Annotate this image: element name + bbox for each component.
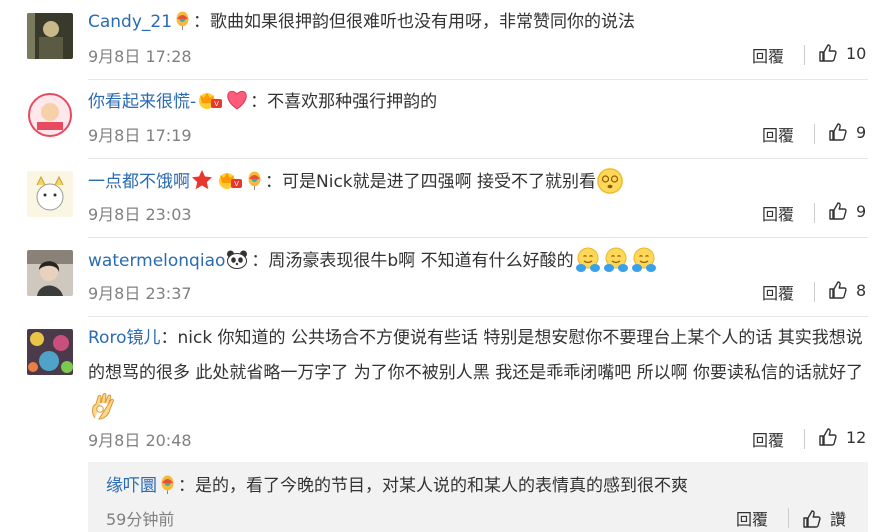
hugging-emoji-icon xyxy=(631,247,657,273)
like-button[interactable]: 9 xyxy=(828,201,866,221)
like-button[interactable]: 10 xyxy=(818,43,866,63)
comment-divider xyxy=(88,79,868,80)
reply-button[interactable]: 回覆 xyxy=(752,427,784,451)
balloon-badge-icon[interactable] xyxy=(158,475,177,494)
divider xyxy=(804,429,805,449)
sub-reply-timestamp: 59分钟前 xyxy=(106,510,175,529)
username-link[interactable]: 缘吓圜 xyxy=(106,476,157,496)
hugging-emoji-icon xyxy=(575,247,601,273)
comment-line: watermelonqiao ：周汤豪表现很牛b啊 不知道有什么好酸的 xyxy=(88,247,658,273)
username-link[interactable]: Roro镜儿 xyxy=(88,328,160,348)
svg-text:V: V xyxy=(214,100,219,108)
hugging-emoji-icon xyxy=(603,247,629,273)
comment-divider xyxy=(88,316,868,317)
like-button[interactable]: 讚 xyxy=(802,506,846,530)
reply-button[interactable]: 回覆 xyxy=(762,201,794,225)
like-count: 10 xyxy=(846,44,867,63)
comment-text: ：不喜欢那种强行押韵的 xyxy=(250,92,438,112)
thumbs-up-icon xyxy=(829,281,847,299)
username-link[interactable]: Candy_21 xyxy=(88,12,172,32)
divider xyxy=(814,203,815,223)
comment-timestamp: 9月8日 23:37 xyxy=(88,284,192,303)
like-button[interactable]: 8 xyxy=(828,280,866,300)
reply-button[interactable]: 回覆 xyxy=(762,122,794,146)
like-count: 12 xyxy=(846,428,867,447)
sub-reply-container: 缘吓圜 ：是的，看了今晚的节目，对某人说的和某人的表情真的感到很不爽 59分钟前 … xyxy=(88,462,868,532)
username-link[interactable]: 一点都不饿啊 xyxy=(88,172,190,192)
like-count: 8 xyxy=(856,281,867,300)
like-count: 9 xyxy=(856,202,867,221)
thumbs-up-icon xyxy=(819,44,837,62)
comment-line: 一点都不饿啊 V ：可是Nick就是进了四强啊 接受不了就别看 xyxy=(88,168,624,194)
panda-badge-icon[interactable] xyxy=(226,250,250,269)
reply-button[interactable]: 回覆 xyxy=(736,506,768,530)
vip-badge-icon[interactable]: V xyxy=(217,171,243,190)
comment-text: ：可是Nick就是进了四强啊 接受不了就别看 xyxy=(265,172,597,192)
avatar[interactable] xyxy=(27,250,73,296)
balloon-badge-icon[interactable] xyxy=(245,171,264,190)
divider xyxy=(788,508,789,528)
comment-timestamp: 9月8日 17:19 xyxy=(88,126,192,145)
thumbs-up-icon xyxy=(819,428,837,446)
comment-line: Roro镜儿：nick 你知道的 公共场合不方便说有些话 特别是想安慰你不要理台… xyxy=(88,321,868,426)
comment-timestamp: 9月8日 20:48 xyxy=(88,431,192,450)
sub-reply-line: 缘吓圜 ：是的，看了今晚的节目，对某人说的和某人的表情真的感到很不爽 xyxy=(106,474,688,498)
comment-line: 你看起来很慌- V ：不喜欢那种强行押韵的 xyxy=(88,89,437,114)
ok-hand-emoji-icon xyxy=(89,392,117,420)
vip-badge-icon[interactable]: V xyxy=(197,91,223,110)
heart-badge-icon[interactable] xyxy=(225,89,249,110)
divider xyxy=(814,124,815,144)
thumbs-up-icon xyxy=(829,123,847,141)
comment-text: ：歌曲如果很押韵但很难听也没有用呀，非常赞同你的说法 xyxy=(193,12,636,32)
username-link[interactable]: watermelonqiao xyxy=(88,251,225,271)
like-label: 讚 xyxy=(830,510,847,529)
sub-reply-text: ：是的，看了今晚的节目，对某人说的和某人的表情真的感到很不爽 xyxy=(178,476,688,496)
thumbs-up-icon xyxy=(803,510,821,528)
divider xyxy=(814,282,815,302)
comment-timestamp: 9月8日 23:03 xyxy=(88,205,192,224)
like-count: 9 xyxy=(856,123,867,142)
dizzy-face-emoji-icon xyxy=(597,168,624,194)
comment-divider xyxy=(88,158,868,159)
reply-button[interactable]: 回覆 xyxy=(752,43,784,67)
avatar[interactable] xyxy=(27,171,73,217)
comment-text: ：周汤豪表现很牛b啊 不知道有什么好酸的 xyxy=(251,251,574,271)
star-badge-icon[interactable] xyxy=(191,169,215,190)
like-button[interactable]: 12 xyxy=(818,427,866,447)
thumbs-up-icon xyxy=(829,202,847,220)
username-link[interactable]: 你看起来很慌- xyxy=(88,92,196,112)
comment-timestamp: 9月8日 17:28 xyxy=(88,47,192,66)
divider xyxy=(804,45,805,65)
comment-text: ：nick 你知道的 公共场合不方便说有些话 特别是想安慰你不要理台上某个人的话… xyxy=(88,328,864,383)
avatar[interactable] xyxy=(27,329,73,375)
balloon-badge-icon[interactable] xyxy=(173,11,192,30)
reply-button[interactable]: 回覆 xyxy=(762,280,794,304)
svg-text:V: V xyxy=(234,180,239,188)
avatar[interactable] xyxy=(27,92,73,138)
like-button[interactable]: 9 xyxy=(828,122,866,142)
avatar[interactable] xyxy=(27,13,73,59)
comment-line: Candy_21 ：歌曲如果很押韵但很难听也没有用呀，非常赞同你的说法 xyxy=(88,10,635,34)
comment-divider xyxy=(88,237,868,238)
